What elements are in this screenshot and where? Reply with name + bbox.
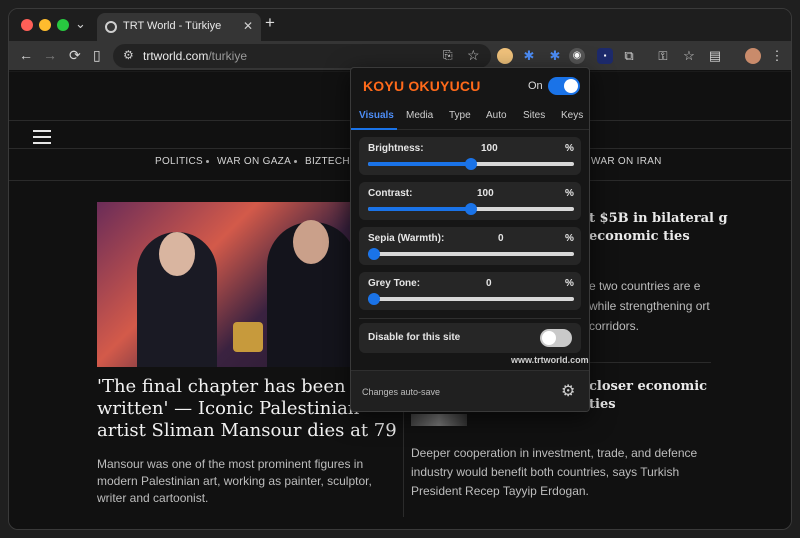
brightness-value: 100 [481, 143, 498, 154]
current-site: www.trtworld.com [511, 355, 589, 365]
article-thumbnail[interactable] [411, 414, 467, 426]
reading-list-icon[interactable]: ▤ [707, 48, 723, 64]
url-text: trtworld.com/turkiye [143, 49, 248, 63]
auto-save-note: Changes auto-save [362, 387, 441, 397]
contrast-value: 100 [477, 188, 494, 199]
puzzle-blue-icon[interactable]: ✱ [521, 48, 537, 64]
power-label: On [528, 80, 543, 92]
bottom-divider-left [97, 529, 393, 530]
main-summary: Mansour was one of the most prominent fi… [97, 457, 372, 505]
power-toggle[interactable] [548, 77, 580, 95]
popup-title: KOYU OKUYUCU [363, 78, 481, 94]
bottom-divider-right [411, 529, 711, 530]
popup-divider [359, 318, 581, 319]
hero-image[interactable] [97, 202, 393, 367]
settings-gear-icon[interactable]: ⚙ [561, 381, 575, 401]
dark-reader-extension-icon[interactable]: ◉ [569, 48, 585, 64]
grey-tone-slider[interactable] [368, 293, 574, 305]
grey-tone-control: Grey Tone: 0 % [359, 272, 581, 310]
tab-media[interactable]: Media [406, 110, 433, 121]
tab-visuals[interactable]: Visuals [359, 110, 394, 121]
brightness-unit: % [565, 143, 574, 154]
minimize-window-button[interactable] [39, 19, 51, 31]
password-key-icon[interactable]: ⚿ [655, 48, 671, 64]
sepia-control: Sepia (Warmth): 0 % [359, 227, 581, 265]
disable-site-control: Disable for this site [359, 323, 581, 353]
brightness-slider[interactable] [368, 158, 574, 170]
nav-separator [294, 160, 297, 163]
profile-avatar[interactable] [745, 48, 761, 64]
sidebar-icon[interactable]: ▯ [93, 47, 101, 63]
disable-site-label: Disable for this site [368, 332, 461, 343]
tab-strip: ⌄ TRT World - Türkiye ✕ + [9, 9, 791, 41]
bookmark-star-icon[interactable]: ☆ [467, 47, 480, 64]
contrast-control: Contrast: 100 % [359, 182, 581, 220]
nav-war-on-gaza[interactable]: WAR ON GAZA [217, 156, 291, 167]
active-tab-indicator [351, 128, 397, 130]
sepia-unit: % [565, 233, 574, 244]
koyu-okuyucu-popup: KOYU OKUYUCU On Visuals Media Type Auto … [350, 67, 590, 412]
nav-politics[interactable]: POLITICS [155, 156, 203, 167]
back-button[interactable]: ← [19, 47, 33, 63]
translate-icon[interactable]: ⎘ [443, 48, 453, 63]
sepia-value: 0 [498, 233, 504, 244]
maximize-window-button[interactable] [57, 19, 69, 31]
grey-tone-label: Grey Tone: [368, 278, 421, 289]
tab-keys[interactable]: Keys [561, 110, 583, 121]
reload-button[interactable]: ⟳ [69, 47, 81, 63]
right-summary-2: Deeper cooperation in investment, trade,… [411, 446, 698, 498]
menu-kebab-icon[interactable]: ⋮ [769, 48, 785, 64]
brightness-control: Brightness: 100 % [359, 137, 581, 175]
disable-site-toggle[interactable] [540, 329, 572, 347]
contrast-label: Contrast: [368, 188, 413, 199]
brightness-label: Brightness: [368, 143, 424, 154]
address-bar[interactable]: ⚙ trtworld.com/turkiye ⎘ ☆ [113, 44, 491, 68]
nav-biztech[interactable]: BIZTECH [305, 156, 350, 167]
right-headline-2[interactable]: closer economic ties [589, 378, 729, 414]
hamburger-menu-icon[interactable] [33, 130, 51, 148]
tab-sites[interactable]: Sites [523, 110, 545, 121]
tab-type[interactable]: Type [449, 110, 471, 121]
contrast-slider[interactable] [368, 203, 574, 215]
popup-footer: Changes auto-save ⚙ [351, 370, 589, 411]
right-headline-1[interactable]: t $5B in bilateral g economic ties [589, 210, 729, 246]
sepia-label: Sepia (Warmth): [368, 233, 445, 244]
right-text-1: e two countries are e while strengthenin… [589, 279, 710, 333]
bookmarks-star-icon[interactable]: ☆ [681, 48, 697, 64]
tab-title: TRT World - Türkiye [123, 20, 222, 32]
globe-icon [105, 21, 117, 33]
tab-close-icon[interactable]: ✕ [243, 19, 253, 33]
tab-auto[interactable]: Auto [486, 110, 507, 121]
nav-war-on-iran[interactable]: WAR ON IRAN [591, 156, 662, 167]
extension-square-icon[interactable]: ▪ [597, 48, 613, 64]
sepia-slider[interactable] [368, 248, 574, 260]
grey-tone-unit: % [565, 278, 574, 289]
popup-tabs: Visuals Media Type Auto Sites Keys [351, 106, 589, 130]
contrast-unit: % [565, 188, 574, 199]
site-info-icon[interactable]: ⚙ [123, 48, 134, 62]
nav-separator [206, 160, 209, 163]
close-window-button[interactable] [21, 19, 33, 31]
grey-tone-value: 0 [486, 278, 492, 289]
extensions-puzzle-icon[interactable]: ⧉ [621, 48, 637, 64]
puzzle-blue-icon-2[interactable]: ✱ [547, 48, 563, 64]
browser-tab[interactable]: TRT World - Türkiye ✕ [97, 13, 261, 41]
tab-search-chevron-icon[interactable]: ⌄ [75, 16, 86, 32]
forward-button[interactable]: → [43, 47, 57, 63]
extension-face-icon[interactable] [497, 48, 513, 64]
new-tab-button[interactable]: + [265, 13, 275, 33]
